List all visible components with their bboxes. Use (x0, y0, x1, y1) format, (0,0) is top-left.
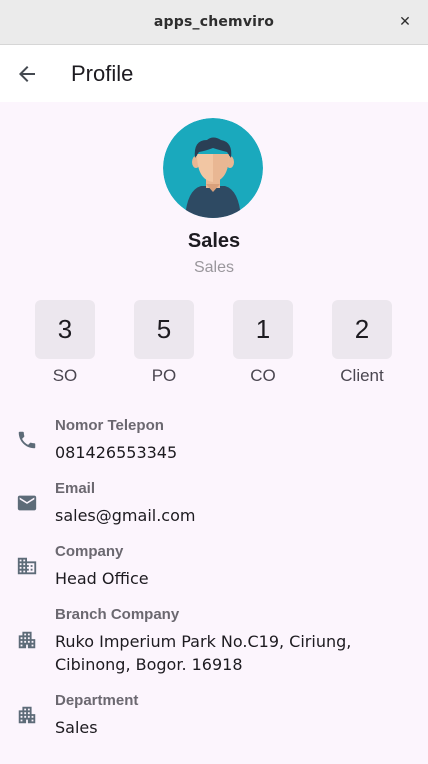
profile-role: Sales (193, 259, 235, 276)
window-title: apps_chemviro (153, 14, 275, 30)
stat-value: 1 (233, 300, 293, 359)
stat-so[interactable]: 3 SO (35, 300, 95, 385)
stat-client[interactable]: 2 Client (332, 300, 392, 385)
stat-value: 5 (134, 300, 194, 359)
stat-label: SO (52, 366, 78, 385)
stat-po[interactable]: 5 PO (134, 300, 194, 385)
user-avatar-icon (163, 118, 263, 218)
email-icon (16, 492, 38, 514)
page-title: Profile (71, 61, 134, 86)
info-key: Company (55, 543, 124, 560)
business-icon (16, 555, 38, 577)
info-key: Branch Company (55, 606, 180, 623)
stat-label: Client (340, 366, 384, 385)
info-value: Sales (55, 718, 98, 737)
info-value: 081426553345 (55, 443, 178, 462)
stat-co[interactable]: 1 CO (233, 300, 293, 385)
arrow-left-icon[interactable] (15, 62, 39, 86)
window-titlebar: apps_chemviro ✕ (0, 0, 428, 45)
info-key: Department (55, 692, 139, 709)
apartment-icon (16, 704, 38, 726)
stat-value: 3 (35, 300, 95, 359)
apartment-icon (16, 629, 38, 651)
close-icon[interactable]: ✕ (396, 13, 414, 31)
info-value: Ruko Imperium Park No.C19, Ciriung, Cibi… (55, 632, 352, 674)
stat-value: 2 (332, 300, 392, 359)
phone-icon (16, 429, 38, 451)
profile-name: Sales (187, 230, 241, 252)
stat-label: CO (250, 366, 276, 385)
info-key: Nomor Telepon (55, 417, 164, 434)
info-key: Email (55, 480, 96, 497)
stat-label: PO (151, 366, 177, 385)
app-bar: Profile (0, 45, 428, 102)
info-value: Head Office (55, 569, 149, 588)
info-value: sales@gmail.com (55, 506, 196, 525)
